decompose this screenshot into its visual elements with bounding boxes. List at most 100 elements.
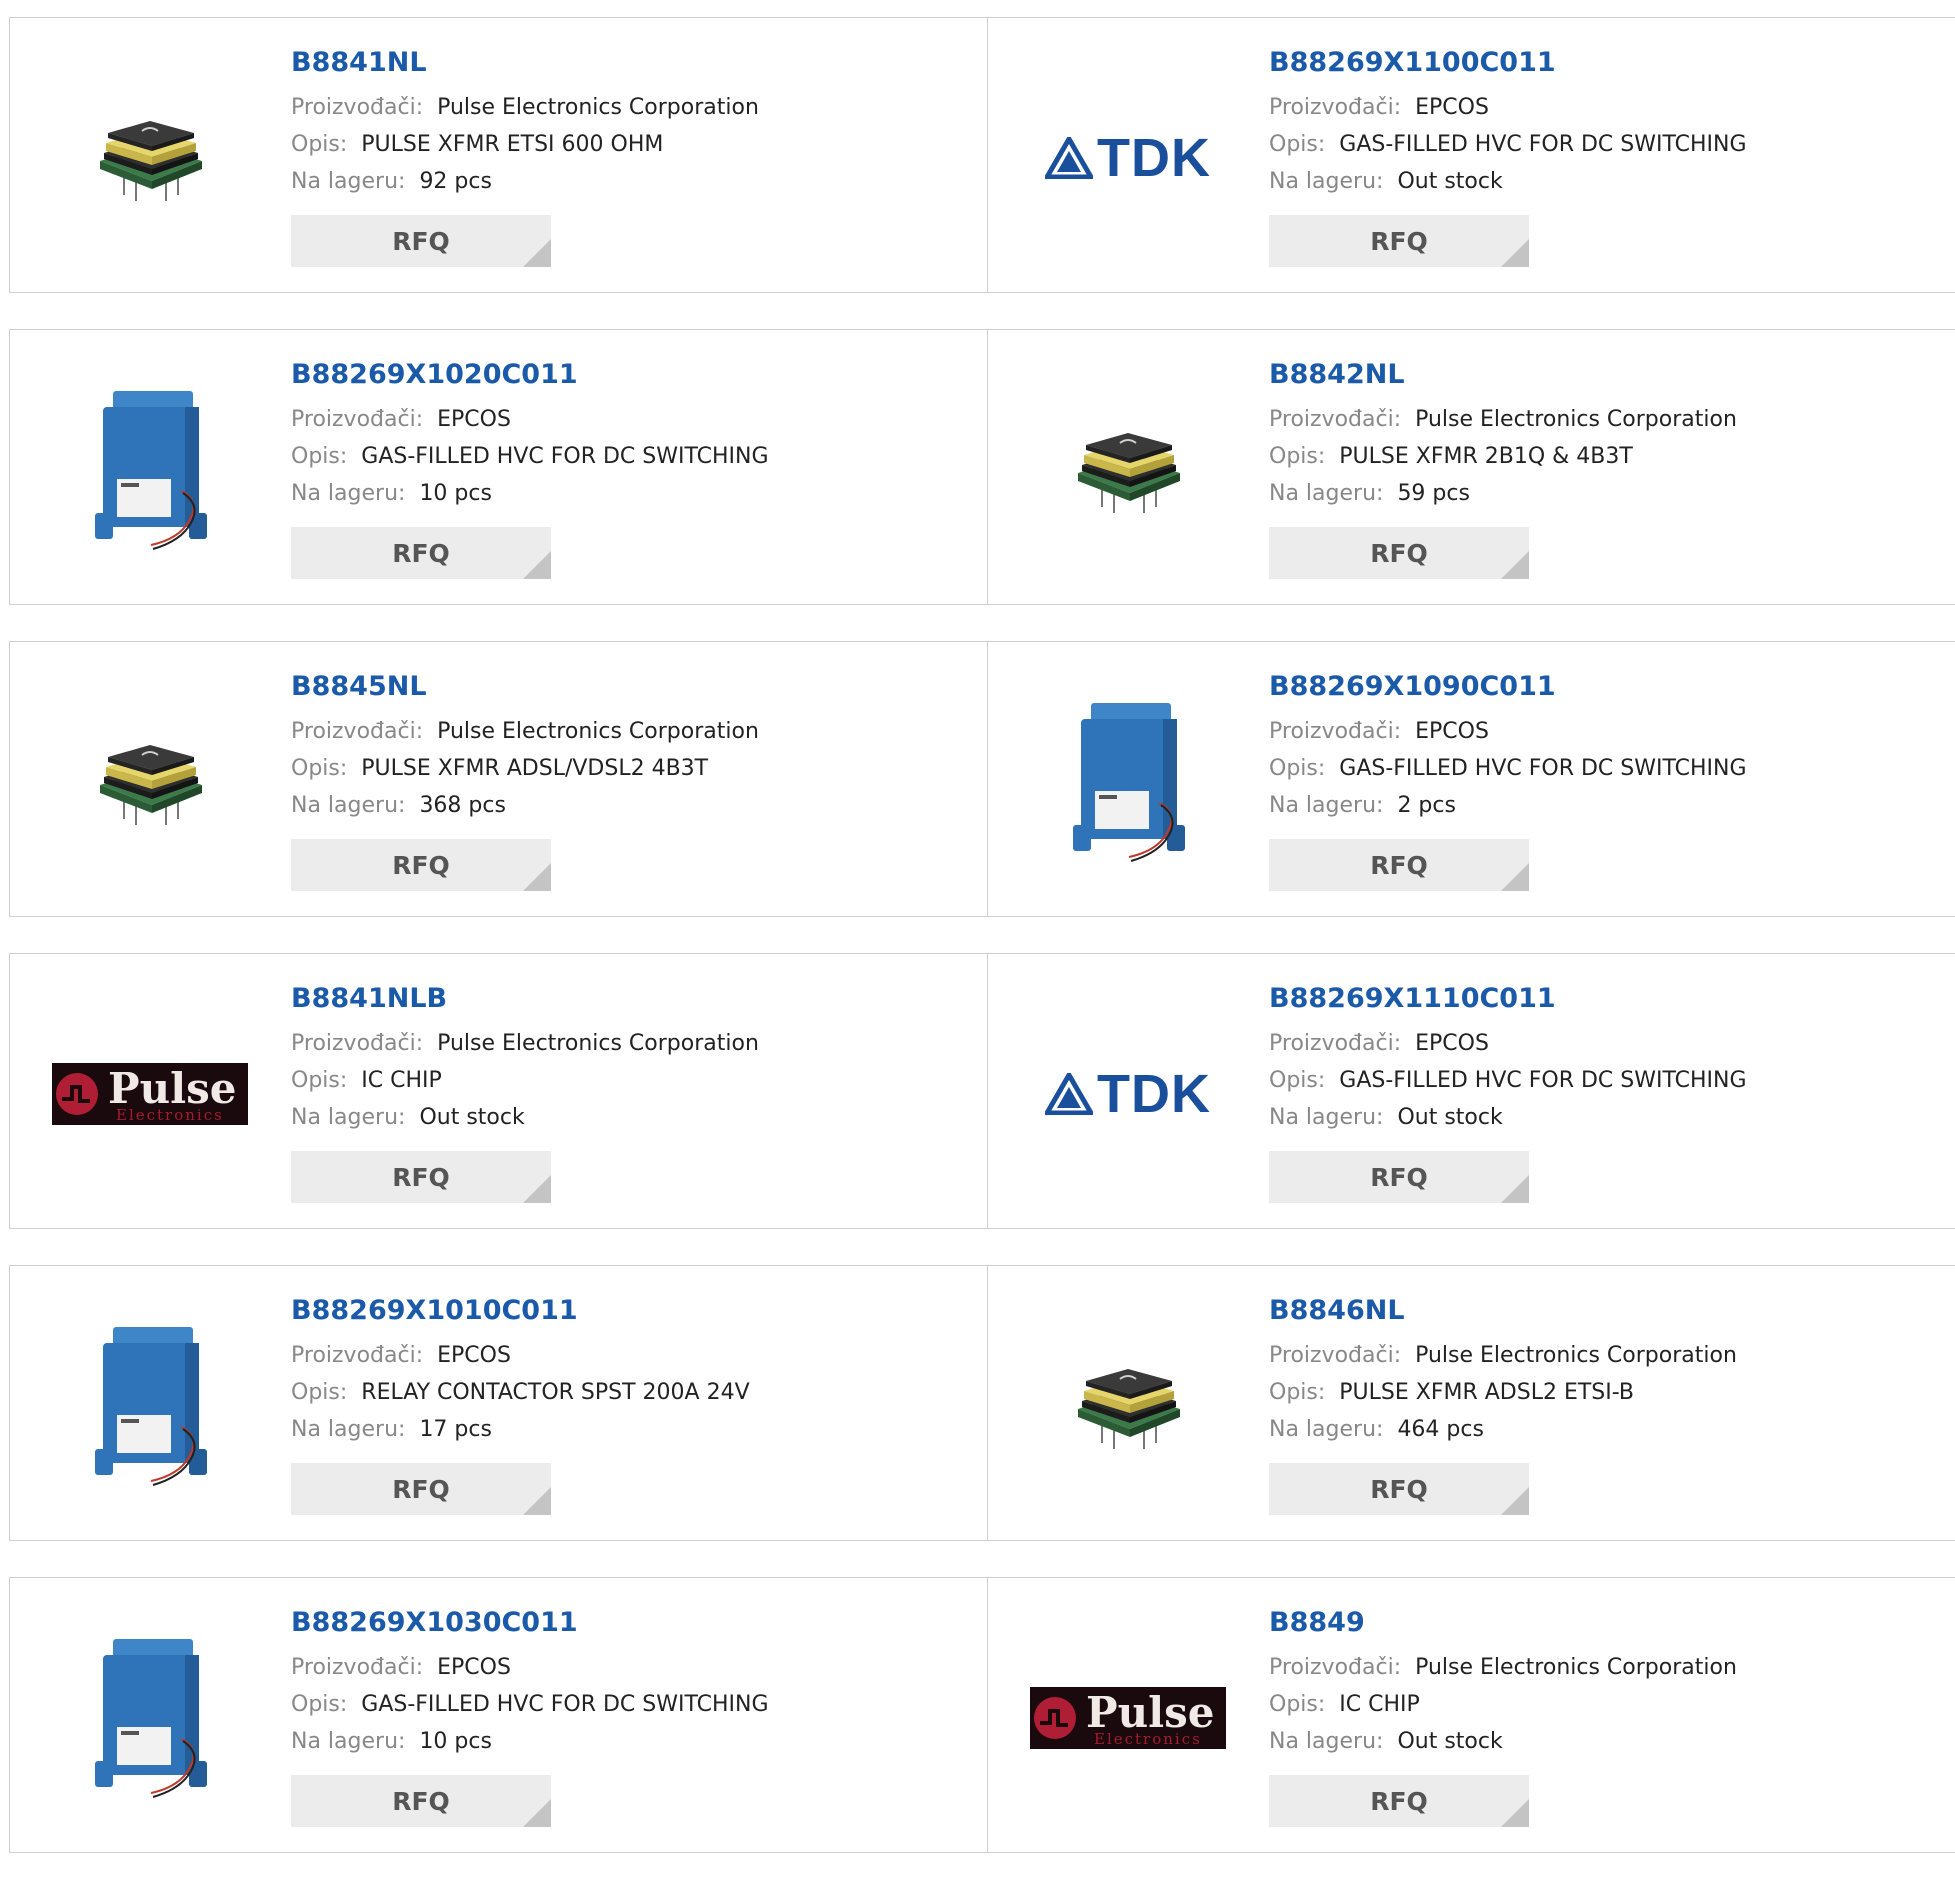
description-line: Opis: PULSE XFMR ETSI 600 OHM [291,126,759,163]
pulse-logo-subtext: Electronics [116,1106,224,1124]
product-row: B8841NL Proizvođači: Pulse Electronics Co… [9,17,1955,293]
product-image[interactable] [50,1618,250,1818]
manufacturer-value: EPCOS [437,407,511,432]
product-card: TDK B88269X1110C011 Proizvođači: EPCOS Op… [988,954,1955,1228]
product-image[interactable] [50,1306,250,1506]
rfq-button[interactable]: RFQ [1269,215,1529,267]
stock-line: Na lageru: 368 pcs [291,787,759,824]
rfq-corner-decoration [1501,863,1529,891]
pulse-logo-text: Pulse [1086,1688,1215,1737]
product-row: B88269X1020C011 Proizvođači: EPCOS Opis: G… [9,329,1955,605]
rfq-button[interactable]: RFQ [1269,1775,1529,1827]
product-info: B88269X1090C011 Proizvođači: EPCOS Opis: G… [1269,670,1747,891]
part-number-link[interactable]: B88269X1090C011 [1269,670,1747,704]
description-line: Opis: GAS-FILLED HVC FOR DC SWITCHING [1269,750,1747,787]
smd-transformer-photo [1078,433,1180,513]
pulse-logo-subtext: Electronics [1094,1730,1202,1748]
product-image[interactable] [1028,682,1228,882]
description-value: IC CHIP [1339,1692,1420,1717]
manufacturer-line: Proizvođači: EPCOS [291,1337,750,1374]
rfq-corner-decoration [1501,239,1529,267]
product-image[interactable] [50,58,250,258]
product-card: B88269X1020C011 Proizvođači: EPCOS Opis: G… [10,330,988,604]
product-image[interactable]: Pulse Electronics [50,994,250,1194]
rfq-button[interactable]: RFQ [291,839,551,891]
part-number-link[interactable]: B88269X1030C011 [291,1606,769,1640]
manufacturer-value: Pulse Electronics Corporation [1415,407,1737,432]
stock-line: Na lageru: Out stock [291,1099,759,1136]
product-image[interactable] [50,682,250,882]
rfq-button[interactable]: RFQ [291,215,551,267]
part-number-link[interactable]: B8849 [1269,1606,1737,1640]
manufacturer-label: Proizvođači: [1269,1343,1402,1368]
stock-line: Na lageru: 10 pcs [291,1723,769,1760]
rfq-button[interactable]: RFQ [1269,1151,1529,1203]
stock-label: Na lageru: [291,169,406,194]
manufacturer-value: Pulse Electronics Corporation [437,1031,759,1056]
product-info: B88269X1010C011 Proizvođači: EPCOS Opis: R… [291,1294,750,1515]
rfq-corner-decoration [523,239,551,267]
stock-line: Na lageru: Out stock [1269,163,1747,200]
manufacturer-line: Proizvođači: EPCOS [291,401,769,438]
rfq-button[interactable]: RFQ [291,1151,551,1203]
manufacturer-line: Proizvođači: Pulse Electronics Corporatio… [1269,1649,1737,1686]
rfq-corner-decoration [1501,1175,1529,1203]
product-image[interactable]: TDK [1028,58,1228,258]
stock-value: 59 pcs [1397,481,1470,506]
part-number-link[interactable]: B8842NL [1269,358,1737,392]
rfq-label: RFQ [392,226,450,256]
stock-value: 464 pcs [1397,1417,1484,1442]
rfq-button[interactable]: RFQ [291,527,551,579]
description-line: Opis: RELAY CONTACTOR SPST 200A 24V [291,1374,750,1411]
manufacturer-label: Proizvođači: [1269,719,1402,744]
part-number-link[interactable]: B88269X1010C011 [291,1294,750,1328]
product-image[interactable]: TDK [1028,994,1228,1194]
stock-label: Na lageru: [1269,793,1384,818]
stock-value: 10 pcs [419,481,492,506]
manufacturer-line: Proizvođači: Pulse Electronics Corporatio… [291,89,759,126]
manufacturer-value: EPCOS [1415,719,1489,744]
part-number-link[interactable]: B88269X1100C011 [1269,46,1747,80]
rfq-button[interactable]: RFQ [1269,1463,1529,1515]
product-row: B88269X1010C011 Proizvođači: EPCOS Opis: R… [9,1265,1955,1541]
part-number-link[interactable]: B8841NL [291,46,759,80]
rfq-button[interactable]: RFQ [291,1775,551,1827]
description-value: GAS-FILLED HVC FOR DC SWITCHING [1339,756,1747,781]
product-image[interactable] [1028,1306,1228,1506]
rfq-button[interactable]: RFQ [1269,527,1529,579]
product-card: Pulse Electronics B8841NLB Proizvođači: P… [10,954,988,1228]
description-line: Opis: PULSE XFMR 2B1Q & 4B3T [1269,438,1737,475]
tdk-triangle-icon [1045,137,1093,179]
manufacturer-value: EPCOS [437,1343,511,1368]
manufacturer-line: Proizvođači: EPCOS [291,1649,769,1686]
blue-contactor-photo [95,1326,207,1486]
rfq-button[interactable]: RFQ [291,1463,551,1515]
product-row: B88269X1030C011 Proizvođači: EPCOS Opis: G… [9,1577,1955,1853]
rfq-button[interactable]: RFQ [1269,839,1529,891]
description-line: Opis: PULSE XFMR ADSL/VDSL2 4B3T [291,750,759,787]
product-info: B8846NL Proizvođači: Pulse Electronics Co… [1269,1294,1737,1515]
part-number-link[interactable]: B8841NLB [291,982,759,1016]
part-number-link[interactable]: B88269X1110C011 [1269,982,1747,1016]
stock-label: Na lageru: [291,1729,406,1754]
rfq-corner-decoration [523,1175,551,1203]
part-number-link[interactable]: B8846NL [1269,1294,1737,1328]
rfq-label: RFQ [1370,1786,1428,1816]
manufacturer-value: EPCOS [1415,95,1489,120]
product-image[interactable] [1028,370,1228,570]
product-info: B88269X1030C011 Proizvođači: EPCOS Opis: G… [291,1606,769,1827]
description-label: Opis: [291,1068,348,1093]
description-label: Opis: [1269,132,1326,157]
product-card: Pulse Electronics B8849 Proizvođači: Puls… [988,1578,1955,1852]
product-image[interactable] [50,370,250,570]
manufacturer-label: Proizvođači: [291,1655,424,1680]
product-card: B8842NL Proizvođači: Pulse Electronics Co… [988,330,1955,604]
rfq-label: RFQ [392,1162,450,1192]
part-number-link[interactable]: B8845NL [291,670,759,704]
stock-value: 92 pcs [419,169,492,194]
product-image[interactable]: Pulse Electronics [1028,1618,1228,1818]
pulse-circle-icon [56,1073,98,1115]
product-card: B88269X1090C011 Proizvođači: EPCOS Opis: G… [988,642,1955,916]
part-number-link[interactable]: B88269X1020C011 [291,358,769,392]
description-value: GAS-FILLED HVC FOR DC SWITCHING [361,444,769,469]
